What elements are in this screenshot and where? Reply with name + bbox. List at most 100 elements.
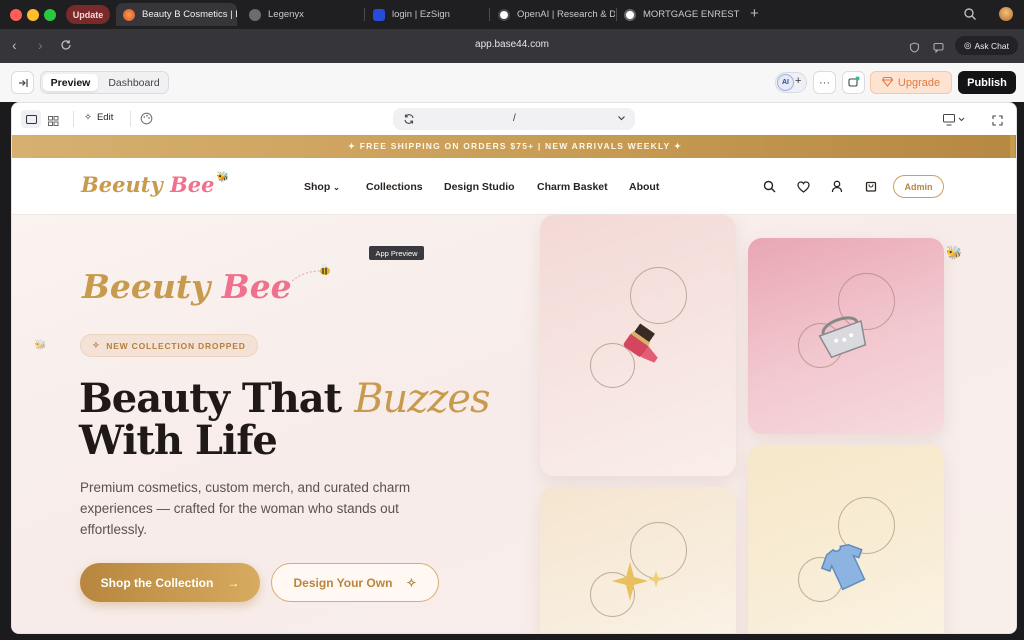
ask-chat-label: Ask Chat xyxy=(974,40,1009,51)
profile-avatar[interactable] xyxy=(999,7,1013,21)
search-tabs-icon[interactable] xyxy=(963,7,977,26)
bee-icon: 🐝 xyxy=(216,172,229,183)
logo-text: Beeuty Bee xyxy=(81,172,215,197)
collapse-sidebar-icon[interactable] xyxy=(11,71,34,94)
bee-icon: 🐝 xyxy=(946,245,963,260)
shield-icon[interactable] xyxy=(909,40,920,58)
sparkle-icon: ✧ xyxy=(92,340,101,350)
publish-button[interactable]: Publish xyxy=(958,71,1016,94)
tab-title: Legenyx xyxy=(268,9,304,20)
magic-wand-icon: ✧ xyxy=(84,112,92,123)
minimize-window-button[interactable] xyxy=(27,9,39,21)
hero-title-line1: Beauty That Buzzes xyxy=(79,375,491,422)
sparkle-icon xyxy=(612,562,664,601)
openai-icon xyxy=(624,8,636,21)
chevron-down-icon[interactable] xyxy=(617,112,626,127)
address-bar: ‹ › app.base44.com xyxy=(0,29,1024,63)
site-logo[interactable]: Beeuty Bee 🐝 xyxy=(81,172,229,197)
logo-text: Beeuty Bee xyxy=(82,267,292,306)
add-collaborator-icon[interactable]: + xyxy=(795,75,801,87)
nav-shop[interactable]: Shop ⌄ xyxy=(304,181,340,193)
ezsign-icon xyxy=(373,8,385,21)
product-card-lipstick[interactable] xyxy=(540,215,736,476)
user-icon[interactable] xyxy=(831,180,843,198)
tab-title: Beauty B Cosmetics | E xyxy=(142,9,237,20)
new-tab-button[interactable]: + xyxy=(750,5,759,22)
tab-openai[interactable]: OpenAI | Research & D xyxy=(491,3,615,26)
maximize-window-button[interactable] xyxy=(44,9,56,21)
desktop-device-icon[interactable] xyxy=(943,113,965,131)
bee-icon: 🐝 xyxy=(34,340,47,351)
nav-about[interactable]: About xyxy=(629,181,659,193)
hero-logo: Beeuty Bee xyxy=(82,264,332,306)
admin-button[interactable]: Admin xyxy=(893,175,944,198)
view-mode-toggle: Preview Dashboard xyxy=(40,71,169,94)
openai-icon: ◎ xyxy=(964,40,972,50)
close-window-button[interactable] xyxy=(10,9,22,21)
tab-title: MORTGAGE ENREST - xyxy=(643,9,741,20)
handbag-icon xyxy=(818,316,867,359)
url-field[interactable]: app.base44.com xyxy=(0,39,1024,50)
preview-frame: ✧ Edit / ✦ FREE SHIPPING ON ORDERS $75+ … xyxy=(11,102,1017,634)
palette-icon[interactable] xyxy=(140,112,153,130)
design-your-own-label: Design Your Own xyxy=(293,575,393,590)
chevron-down-icon: ⌄ xyxy=(333,183,340,192)
route-path: / xyxy=(513,113,516,124)
tab-beauty-b-cosmetics[interactable]: Beauty B Cosmetics | E xyxy=(116,3,237,26)
site-navbar: Beeuty Bee 🐝 Shop ⌄ Collections Design S… xyxy=(12,158,1016,215)
refresh-icon[interactable] xyxy=(403,113,415,128)
promo-banner: ✦ FREE SHIPPING ON ORDERS $75+ | NEW ARR… xyxy=(12,135,1016,158)
lipstick-icon xyxy=(623,323,658,363)
product-card-handbag[interactable] xyxy=(748,238,944,434)
openai-icon xyxy=(498,8,510,21)
hero-title-accent: Buzzes xyxy=(354,376,491,422)
gem-icon xyxy=(881,76,894,90)
hero-subtitle: Premium cosmetics, custom merch, and cur… xyxy=(80,480,411,537)
shopping-bag-icon[interactable] xyxy=(865,179,877,197)
edit-button[interactable]: ✧ Edit xyxy=(84,112,113,123)
hero-section: Beeuty Bee 🐝 ✧ NEW COLLECTION DROPPED Be… xyxy=(12,215,1016,633)
sparkle-icon: ✧ xyxy=(406,575,417,590)
logo-text-accent: Bee xyxy=(221,267,292,306)
badge-label: NEW COLLECTION DROPPED xyxy=(106,340,246,351)
nav-design-studio[interactable]: Design Studio xyxy=(444,181,515,193)
chat-bubble-icon[interactable] xyxy=(933,40,944,58)
shop-collection-button[interactable]: Shop the Collection → xyxy=(80,563,260,602)
preview-toolbar: ✧ Edit / xyxy=(12,103,1016,135)
search-icon[interactable] xyxy=(763,180,776,198)
design-your-own-button[interactable]: Design Your Own ✧ xyxy=(271,563,439,602)
single-view-icon[interactable] xyxy=(21,110,41,128)
upgrade-button[interactable]: Upgrade xyxy=(870,71,952,94)
tab-legenyx[interactable]: Legenyx xyxy=(242,3,357,26)
tab-preview[interactable]: Preview xyxy=(43,74,98,91)
app-preview-tooltip: App Preview xyxy=(369,246,424,260)
upgrade-label: Upgrade xyxy=(897,76,941,89)
product-card-tshirt[interactable] xyxy=(748,445,944,633)
logo-text-accent: Bee xyxy=(169,172,215,197)
avatar: AI xyxy=(777,74,794,91)
nav-charm-basket[interactable]: Charm Basket xyxy=(537,181,608,193)
grid-view-icon[interactable] xyxy=(48,113,59,131)
tab-dashboard[interactable]: Dashboard xyxy=(101,74,167,91)
fullscreen-icon[interactable] xyxy=(992,113,1003,131)
update-button[interactable]: Update xyxy=(66,5,110,24)
bee-trail-icon xyxy=(291,264,330,282)
arrow-right-icon: → xyxy=(227,575,240,590)
tab-ezsign[interactable]: login | EzSign xyxy=(366,3,484,26)
collaborators-group[interactable]: AI + xyxy=(775,72,807,93)
shop-collection-label: Shop the Collection xyxy=(100,575,214,590)
hero-title-line2: With Life xyxy=(79,417,278,464)
tab-mortgage[interactable]: MORTGAGE ENREST - xyxy=(617,3,741,26)
route-selector[interactable]: / xyxy=(393,108,635,130)
nav-collections[interactable]: Collections xyxy=(366,181,423,193)
heart-icon[interactable] xyxy=(797,180,810,198)
product-card-sparkles[interactable] xyxy=(540,487,736,633)
flame-icon xyxy=(123,8,135,21)
edit-label: Edit xyxy=(96,112,114,123)
suggestions-icon[interactable] xyxy=(842,71,865,94)
new-collection-badge: ✧ NEW COLLECTION DROPPED xyxy=(80,334,258,357)
ask-chat-button[interactable]: ◎ Ask Chat xyxy=(955,36,1018,55)
globe-icon xyxy=(249,8,261,21)
more-options-button[interactable]: ··· xyxy=(813,71,836,94)
tshirt-icon xyxy=(820,544,866,591)
